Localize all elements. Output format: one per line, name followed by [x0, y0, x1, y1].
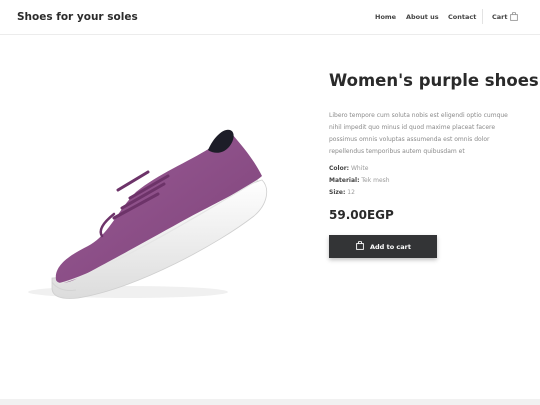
nav-contact[interactable]: Contact: [448, 13, 476, 21]
product-price: 59.00EGP: [329, 208, 394, 222]
product-description: Libero tempore cum soluta nobis est elig…: [329, 112, 508, 155]
nav-divider: [482, 9, 483, 24]
shopping-bag-icon[interactable]: [510, 12, 518, 21]
attribute-color: Color: White: [329, 165, 368, 172]
attribute-material: Material: Tek mesh: [329, 177, 390, 184]
purple-sneaker-image: [28, 129, 268, 299]
attribute-value: Tek mesh: [361, 177, 390, 184]
site-header: Shoes for your soles Home About us Conta…: [0, 0, 540, 35]
add-to-cart-button[interactable]: Add to cart: [329, 235, 437, 258]
attribute-size: Size: 12: [329, 189, 355, 196]
attribute-label: Size:: [329, 189, 346, 196]
nav-about-us[interactable]: About us: [406, 13, 439, 21]
attribute-value: 12: [347, 189, 355, 196]
nav-cart[interactable]: Cart: [492, 13, 507, 21]
product-title: Women's purple shoes: [329, 71, 539, 90]
footer-strip: [0, 399, 540, 405]
attribute-label: Material:: [329, 177, 360, 184]
attribute-label: Color:: [329, 165, 350, 172]
add-to-cart-label: Add to cart: [370, 243, 411, 251]
nav-home[interactable]: Home: [375, 13, 396, 21]
brand-logo-text[interactable]: Shoes for your soles: [17, 11, 138, 23]
attribute-value: White: [350, 165, 369, 172]
shopping-bag-icon: [356, 241, 364, 250]
